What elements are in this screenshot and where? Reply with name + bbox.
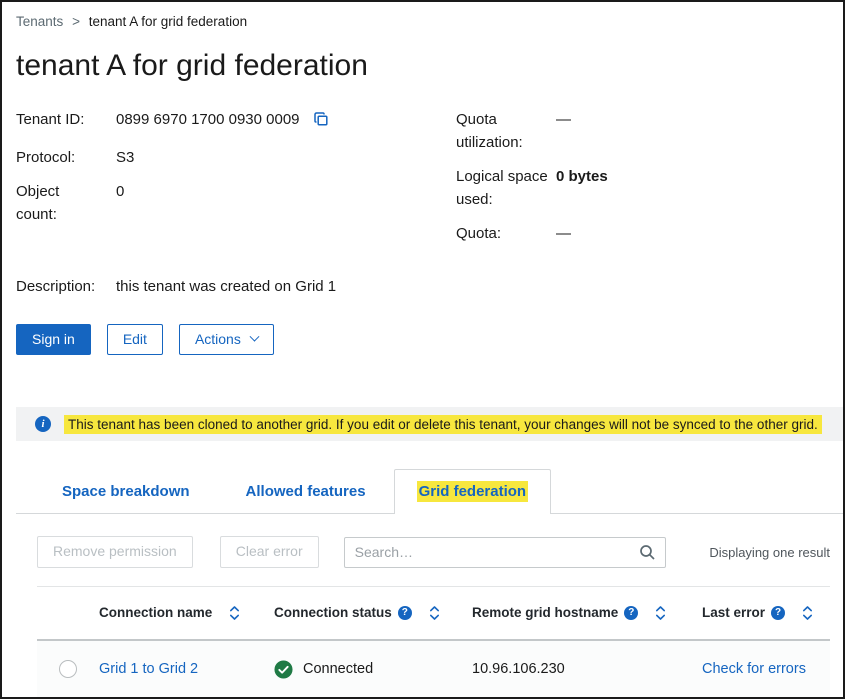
tab-grid-federation[interactable]: Grid federation: [394, 469, 552, 514]
protocol-value: S3: [116, 147, 456, 170]
banner-message: This tenant has been cloned to another g…: [64, 415, 822, 434]
description-row: Description: this tenant was created on …: [16, 276, 829, 299]
connection-status-text: Connected: [303, 661, 373, 677]
table-header-row: Connection name Connection status ?: [37, 587, 830, 641]
clear-error-button[interactable]: Clear error: [220, 536, 319, 567]
actions-menu-button[interactable]: Actions: [179, 324, 274, 355]
grid-federation-panel: Remove permission Clear error Displaying…: [2, 514, 843, 698]
tenant-id-text: 0899 6970 1700 0930 0009: [116, 111, 300, 128]
help-icon[interactable]: ?: [624, 606, 638, 620]
table-row: Grid 1 to Grid 2 Connected 10.96.106.230…: [37, 641, 830, 699]
header-remote-grid-hostname-label: Remote grid hostname: [472, 605, 618, 620]
page-title: tenant A for grid federation: [16, 49, 829, 83]
tenant-details-page: Tenants > tenant A for grid federation t…: [0, 0, 845, 699]
tab-allowed-features[interactable]: Allowed features: [218, 470, 394, 513]
actions-menu-label: Actions: [195, 332, 241, 347]
header-connection-name: Connection name: [99, 605, 274, 621]
connection-name-cell: Grid 1 to Grid 2: [99, 661, 274, 677]
breadcrumb-tenants-link[interactable]: Tenants: [16, 14, 63, 29]
quota-label: Quota:: [456, 223, 548, 246]
row-radio-button[interactable]: [59, 660, 77, 678]
tab-grid-federation-label: Grid federation: [417, 481, 529, 502]
chevron-down-icon: [249, 332, 259, 342]
header-connection-status: Connection status ?: [274, 605, 472, 621]
edit-button[interactable]: Edit: [107, 324, 163, 355]
details-left-column: Tenant ID: 0899 6970 1700 0930 0009 Prot…: [16, 109, 456, 246]
sort-icon[interactable]: [655, 605, 666, 621]
quota-utilization-value: —: [556, 109, 608, 154]
logical-space-used-label: Logical space used:: [456, 166, 548, 211]
sign-in-button[interactable]: Sign in: [16, 324, 91, 355]
connection-status-cell: Connected: [274, 660, 472, 679]
last-error-cell: Check for errors: [702, 661, 830, 677]
logical-space-used-value: 0 bytes: [556, 166, 608, 211]
check-for-errors-link[interactable]: Check for errors: [702, 661, 806, 677]
object-count-label: Object count:: [16, 181, 78, 226]
header-remote-grid-hostname: Remote grid hostname ?: [472, 605, 702, 621]
details-right-column: Quota utilization: — Logical space used:…: [456, 109, 608, 246]
breadcrumb: Tenants > tenant A for grid federation: [2, 2, 843, 29]
protocol-label: Protocol:: [16, 147, 116, 170]
remove-permission-button[interactable]: Remove permission: [37, 536, 193, 567]
sort-icon[interactable]: [229, 605, 240, 621]
object-count-value: 0: [116, 181, 456, 226]
header-last-error: Last error ?: [702, 605, 830, 621]
tab-allowed-features-label: Allowed features: [244, 481, 368, 502]
breadcrumb-current: tenant A for grid federation: [89, 14, 247, 29]
tab-bar: Space breakdown Allowed features Grid fe…: [16, 469, 843, 514]
search-input[interactable]: [345, 538, 633, 567]
row-select-cell: [37, 660, 99, 678]
remote-grid-hostname-cell: 10.96.106.230: [472, 661, 702, 677]
tenant-details: Tenant ID: 0899 6970 1700 0930 0009 Prot…: [16, 109, 829, 246]
description-value: this tenant was created on Grid 1: [116, 276, 829, 299]
description-label: Description:: [16, 276, 116, 299]
tenant-id-value: 0899 6970 1700 0930 0009: [116, 109, 456, 135]
action-button-row: Sign in Edit Actions: [16, 324, 829, 355]
copy-icon[interactable]: [313, 111, 329, 135]
table-toolbar: Remove permission Clear error Displaying…: [37, 536, 830, 567]
search-box[interactable]: [344, 537, 666, 568]
quota-value: —: [556, 223, 608, 246]
tab-space-breakdown-label: Space breakdown: [60, 481, 192, 502]
header-connection-status-label: Connection status: [274, 605, 392, 620]
connections-table: Connection name Connection status ?: [37, 586, 830, 699]
help-icon[interactable]: ?: [398, 606, 412, 620]
header-connection-name-label: Connection name: [99, 605, 212, 620]
header-last-error-label: Last error: [702, 605, 765, 620]
info-banner: i This tenant has been cloned to another…: [16, 407, 843, 441]
breadcrumb-separator: >: [72, 14, 80, 29]
help-icon[interactable]: ?: [771, 606, 785, 620]
result-count: Displaying one result: [709, 545, 830, 560]
sort-icon[interactable]: [429, 605, 440, 621]
quota-utilization-label: Quota utilization:: [456, 109, 548, 154]
check-icon: [274, 660, 293, 679]
connection-name-link[interactable]: Grid 1 to Grid 2: [99, 661, 198, 677]
sort-icon[interactable]: [802, 605, 813, 621]
tenant-id-label: Tenant ID:: [16, 109, 116, 135]
tab-space-breakdown[interactable]: Space breakdown: [34, 470, 218, 513]
search-icon[interactable]: [633, 544, 665, 561]
info-icon: i: [35, 416, 51, 432]
